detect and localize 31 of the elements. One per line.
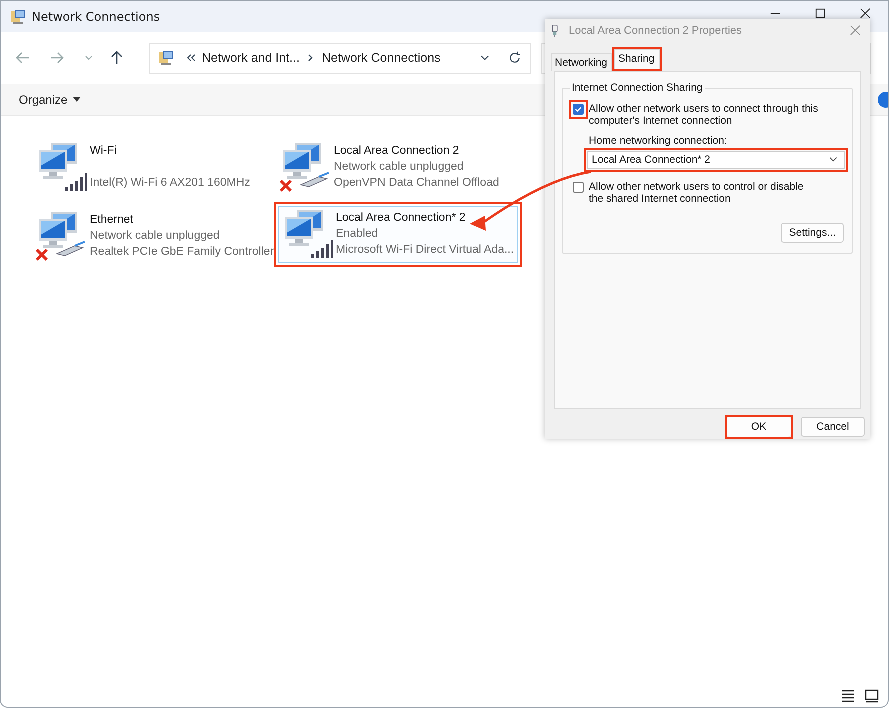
settings-button[interactable]: Settings... <box>781 222 844 243</box>
breadcrumb[interactable]: Network Connections <box>322 51 441 65</box>
connection-name: Ethernet <box>90 213 134 228</box>
connection-item[interactable]: Local Area Connection* 2 Enabled Microsoft Wi-Fi Direct Virtual Ada... <box>278 206 518 263</box>
organize-button[interactable]: Organize <box>13 88 87 110</box>
connection-status: Enabled <box>336 227 380 242</box>
ok-button[interactable]: OK <box>727 417 791 437</box>
address-bar[interactable]: Network and Int... Network Connections <box>149 42 531 74</box>
connection-device: Intel(R) Wi-Fi 6 AX201 160MHz <box>90 176 250 191</box>
tab[interactable]: Networking <box>551 52 612 71</box>
connection-item[interactable]: Wi-Fi Intel(R) Wi-Fi 6 AX201 160MHz <box>32 139 254 196</box>
connection-device: Realtek PCIe GbE Family Controller <box>90 245 274 260</box>
connection-name: Local Area Connection 2 <box>334 144 460 159</box>
cancel-button[interactable]: Cancel <box>801 417 865 437</box>
dialog-title: Local Area Connection 2 Properties <box>569 24 742 37</box>
connection-device: OpenVPN Data Channel Offload <box>334 176 500 191</box>
connection-item[interactable]: Ethernet Network cable unplugged Realtek PCIe GbE Family Controller <box>32 208 278 265</box>
checkbox-label: Allow other network users to control or disable the shared Internet connection <box>589 180 805 205</box>
connection-name: Wi-Fi <box>90 144 118 159</box>
connection-status: Network cable unplugged <box>334 160 465 175</box>
checkbox-label: Allow other network users to connect through this computer's Internet connection <box>589 102 819 127</box>
group-title: Internet Connection Sharing <box>570 82 705 94</box>
connection-device: Microsoft Wi-Fi Direct Virtual Ada... <box>336 243 514 258</box>
connection-item[interactable]: Local Area Connection 2 Network cable unplugged OpenVPN Data Channel Offload <box>276 139 504 196</box>
tab[interactable]: Sharing <box>614 48 660 69</box>
connection-dropdown[interactable]: Local Area Connection* 2 <box>587 150 845 169</box>
field-label: Home networking connection: <box>588 134 728 147</box>
connection-name: Local Area Connection* 2 <box>336 211 467 226</box>
window-title: Network Connections <box>32 10 160 24</box>
connection-status: Network cable unplugged <box>90 229 221 244</box>
breadcrumb[interactable]: Network and Int... <box>202 51 300 65</box>
